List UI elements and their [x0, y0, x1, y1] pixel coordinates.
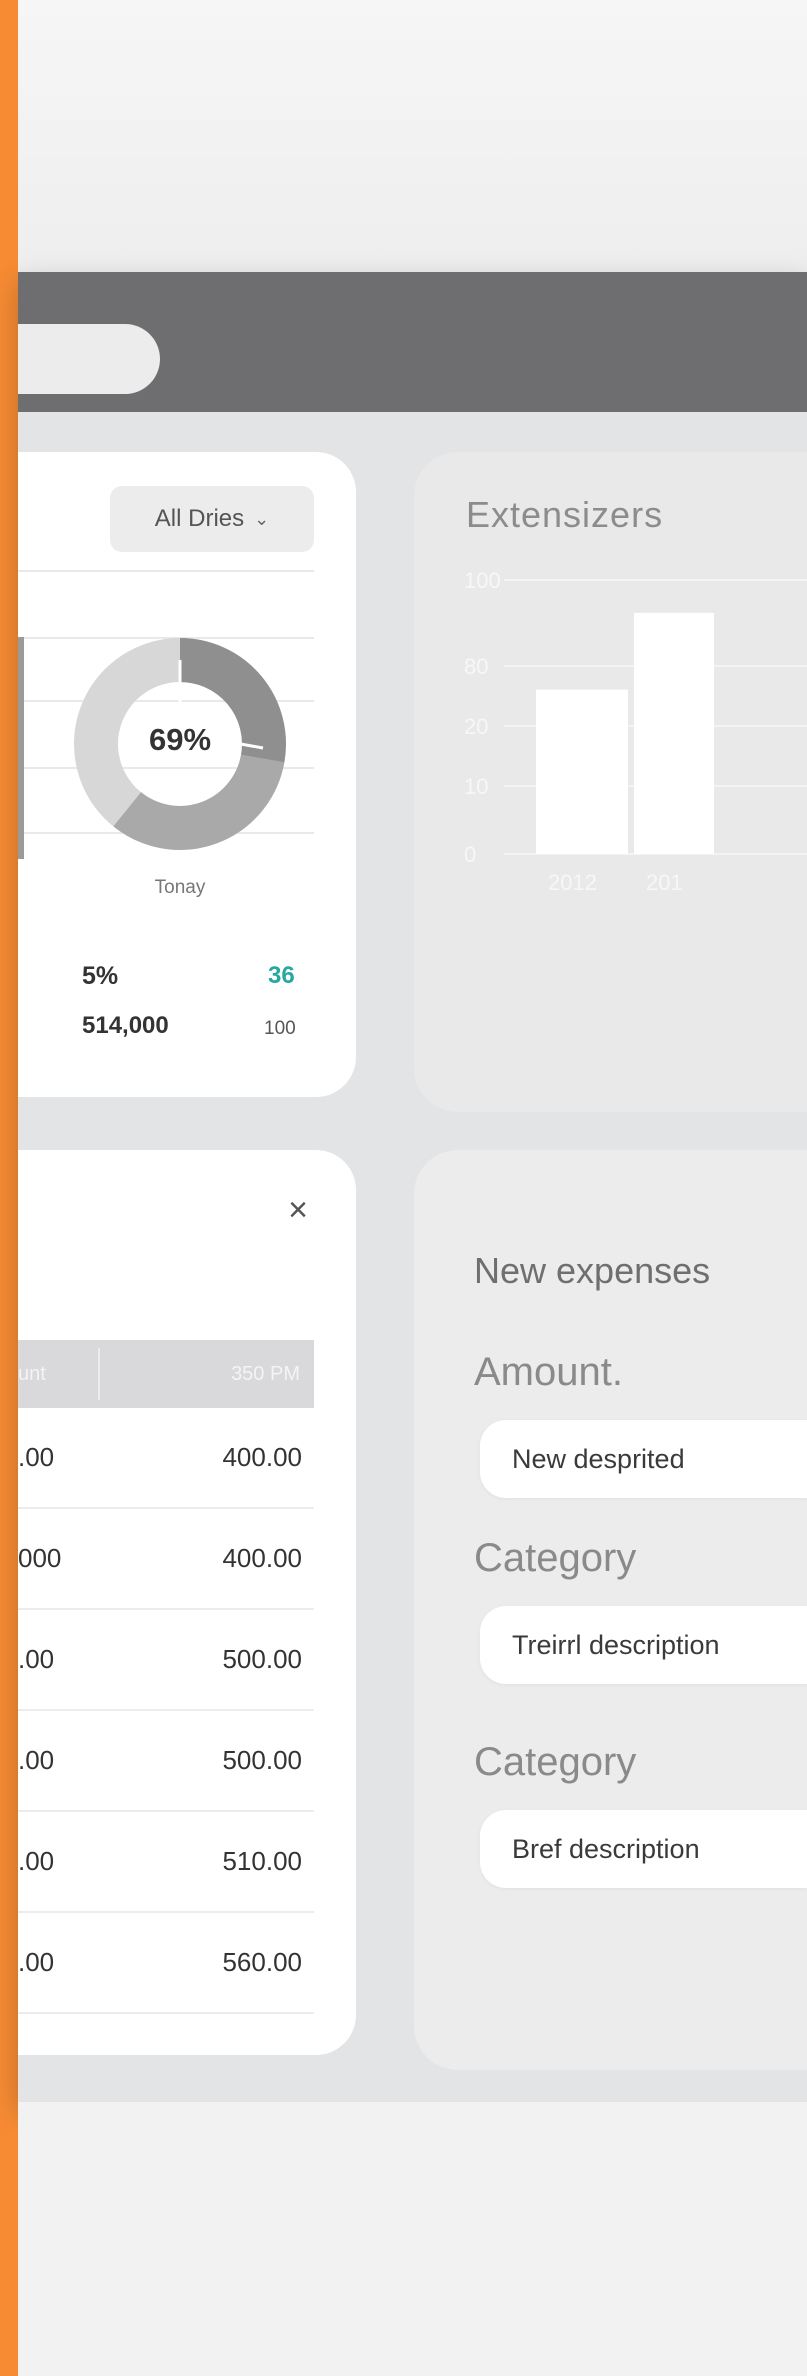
x-tick-label: 201	[646, 870, 683, 895]
description-field[interactable]: Bref description	[480, 1810, 807, 1888]
chevron-down-icon: ⌄	[254, 508, 270, 529]
bottom-background	[18, 2102, 807, 2376]
form-title: New expenses	[474, 1250, 711, 1291]
search-input[interactable]	[18, 324, 160, 394]
bar	[634, 612, 714, 854]
table-cell: 500.00	[222, 1745, 302, 1775]
column-header[interactable]: unt	[18, 1340, 46, 1408]
amount-field[interactable]: New desprited	[480, 1420, 807, 1498]
table-header: unt 350 PM	[18, 1340, 314, 1408]
y-tick-label: 0	[464, 842, 476, 867]
bar-chart: 10080201002012 201	[464, 568, 807, 895]
donut-caption: Tonay	[154, 877, 206, 898]
stat-percent: 5%	[82, 962, 119, 990]
table-cell: .00	[18, 1846, 55, 1876]
table-cell: .00	[18, 1644, 55, 1674]
table-cell: 510.00	[222, 1846, 302, 1876]
y-tick-label: 100	[464, 568, 501, 593]
y-tick-label: 20	[464, 714, 488, 739]
table-cell: 400.00	[222, 1543, 302, 1573]
stat-amount: 514,000	[82, 1012, 169, 1039]
category-field[interactable]: Treirrl description	[480, 1606, 807, 1684]
bar-stub	[18, 637, 24, 859]
y-tick-label: 10	[464, 774, 488, 799]
column-divider	[98, 1348, 100, 1400]
table-row[interactable]: .00 500.00	[18, 1610, 314, 1711]
table-cell: 500.00	[222, 1644, 302, 1674]
table-row[interactable]: .00 560.00	[18, 1913, 314, 2014]
table-cell: .00	[18, 1442, 55, 1472]
table-cell: 000	[18, 1543, 62, 1573]
category-label: Category	[474, 1740, 637, 1784]
filter-dropdown[interactable]: All Dries ⌄	[110, 486, 314, 552]
gridline	[18, 570, 314, 572]
table-cell: 560.00	[222, 1947, 302, 1977]
table-card: × unt 350 PM .00 400.00 000 400.00 .00 5…	[18, 1150, 356, 2055]
stat-teal: 36	[268, 962, 295, 989]
x-tick-label: 2012	[548, 870, 597, 895]
table-cell: .00	[18, 1745, 55, 1775]
bar	[536, 689, 628, 854]
table-row[interactable]: 000 400.00	[18, 1509, 314, 1610]
table-row[interactable]: .00 510.00	[18, 1812, 314, 1913]
table-cell: 400.00	[222, 1442, 302, 1472]
new-expense-form: New expenses Amount. New desprited Categ…	[414, 1150, 807, 2070]
table-row[interactable]: .00 400.00	[18, 1408, 314, 1509]
app-window: All Dries ⌄ 69% Tonay 5% 514,000 36 100 …	[18, 272, 807, 2102]
donut-value: 69%	[148, 722, 212, 757]
column-header[interactable]: 350 PM	[231, 1340, 300, 1408]
close-icon[interactable]: ×	[280, 1192, 316, 1228]
chart-card: Extensizers 100 80 20 10 0 2012 201	[414, 452, 807, 1112]
top-background	[18, 0, 807, 272]
header-bar	[18, 272, 807, 412]
table-row[interactable]: .00 500.00	[18, 1711, 314, 1812]
donut-segment-mid	[113, 753, 285, 850]
filter-label: All Dries	[154, 505, 245, 532]
category-label: Category	[474, 1536, 637, 1580]
amount-label: Amount.	[474, 1350, 623, 1394]
y-tick-label: 80	[464, 654, 488, 679]
overview-card: All Dries ⌄ 69% Tonay 5% 514,000 36 100	[18, 452, 356, 1097]
stat-small: 100	[264, 1018, 296, 1039]
accent-bar	[0, 0, 18, 2376]
table-cell: .00	[18, 1947, 55, 1977]
